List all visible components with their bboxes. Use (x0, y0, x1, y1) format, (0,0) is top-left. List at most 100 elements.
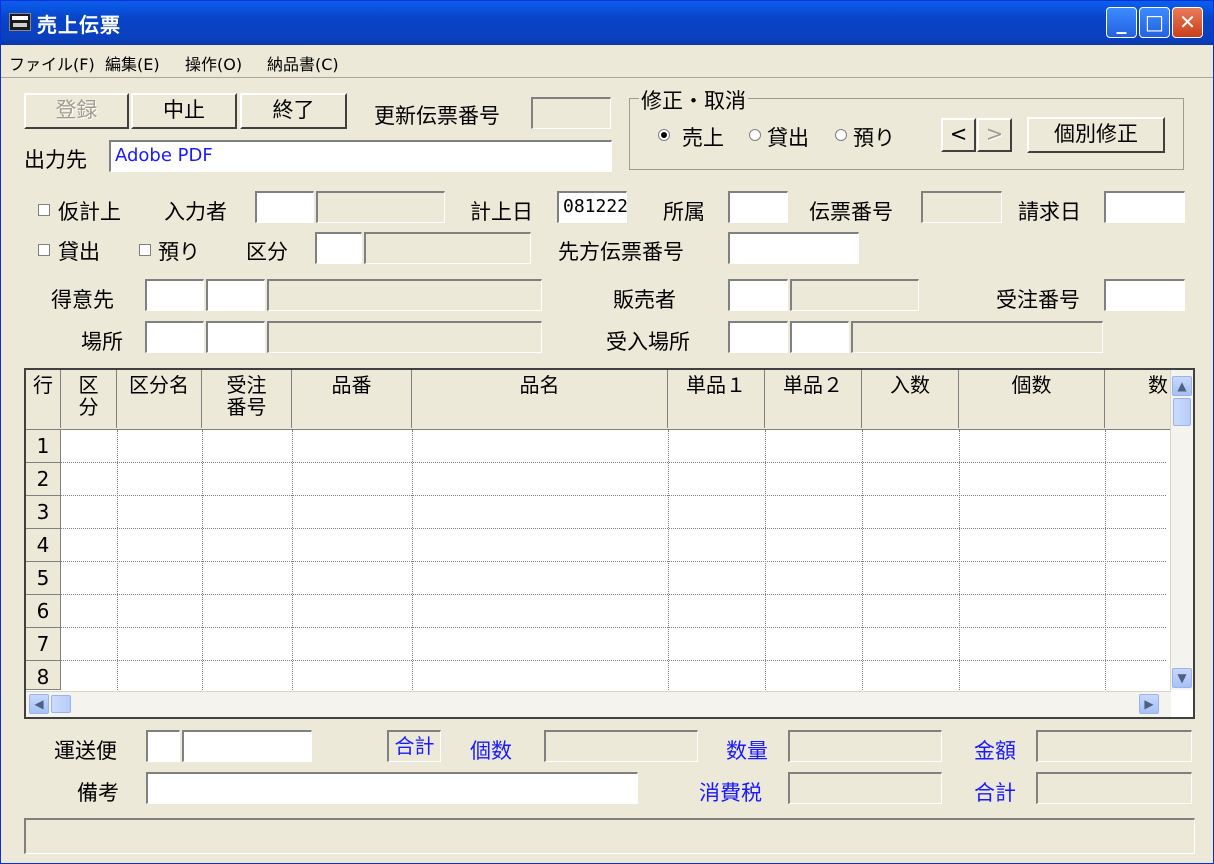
output-destination-field[interactable]: Adobe PDF (109, 140, 612, 172)
grid-divider (61, 660, 1166, 661)
register-button[interactable]: 登録 (24, 93, 129, 129)
row-header[interactable]: 2 (26, 463, 61, 496)
prev-button[interactable]: < (941, 118, 976, 152)
row-header[interactable]: 8 (26, 661, 61, 690)
menu-operation[interactable]: 操作(O) (185, 51, 242, 75)
billing-date-field[interactable] (1104, 191, 1185, 223)
scroll-down-icon[interactable]: ▼ (1172, 668, 1192, 688)
carrier-name-field[interactable] (182, 730, 312, 762)
radio-sales[interactable] (658, 129, 670, 141)
radio-deposit[interactable] (835, 129, 847, 141)
minimize-button[interactable]: _ (1106, 7, 1137, 38)
menu-delivery-note[interactable]: 納品書(C) (267, 51, 339, 75)
receive-location-code2-field[interactable] (790, 321, 849, 353)
category-label: 区分 (246, 240, 288, 264)
grid-header: 行 区分 区分名 受注 番号 品番 品名 単品１ 単品２ 入数 個数 数 (26, 370, 1171, 430)
radio-lend-label: 貸出 (767, 126, 809, 150)
pieces-total-field (544, 730, 698, 762)
receive-location-label: 受入場所 (606, 330, 690, 354)
row-header[interactable]: 5 (26, 562, 61, 595)
col-header-unit1[interactable]: 単品１ (668, 370, 765, 428)
location-code1-field[interactable] (145, 321, 204, 353)
scroll-up-icon[interactable]: ▲ (1172, 376, 1192, 396)
menu-file[interactable]: ファイル(F) (9, 51, 95, 75)
remarks-field[interactable] (146, 772, 638, 804)
billing-date-label: 請求日 (1018, 200, 1081, 224)
col-header-item-no[interactable]: 品番 (292, 370, 412, 428)
partner-slip-no-field[interactable] (728, 232, 859, 264)
posting-date-field[interactable]: 081222 (557, 191, 628, 223)
next-button[interactable]: > (977, 118, 1012, 152)
app-icon[interactable] (9, 13, 31, 31)
grand-total-label: 合計 (974, 781, 1016, 805)
grid-divider (862, 430, 863, 690)
order-no-field[interactable] (1104, 279, 1185, 311)
window-title: 売上伝票 (37, 13, 121, 37)
grid-divider (959, 430, 960, 690)
vertical-scrollbar[interactable]: ▲ ▼ (1170, 370, 1193, 690)
update-slip-no-field[interactable] (531, 97, 611, 129)
scroll-left-icon[interactable]: ◀ (29, 694, 49, 714)
row-header[interactable]: 3 (26, 496, 61, 529)
grid-divider (61, 561, 1166, 562)
col-header-order-no-line2: 番号 (226, 395, 267, 419)
menu-bar: ファイル(F) 編集(E) 操作(O) 納品書(C) (1, 45, 1213, 78)
customer-code2-field[interactable] (206, 279, 265, 311)
col-header-order-no[interactable]: 受注 番号 (202, 370, 292, 428)
lend-label: 貸出 (58, 240, 100, 264)
grid-divider (61, 495, 1166, 496)
line-items-grid[interactable]: 行 区分 区分名 受注 番号 品番 品名 単品１ 単品２ 入数 個数 数 1 2 … (24, 368, 1195, 719)
customer-label: 得意先 (51, 288, 114, 312)
row-header[interactable]: 6 (26, 595, 61, 628)
row-header[interactable]: 7 (26, 628, 61, 661)
category-code-field[interactable] (315, 232, 362, 264)
col-header-unit2[interactable]: 単品２ (765, 370, 862, 428)
row-header[interactable]: 4 (26, 529, 61, 562)
col-header-category[interactable]: 区分 (61, 370, 117, 428)
col-header-row[interactable]: 行 (26, 370, 61, 428)
receive-location-code1-field[interactable] (728, 321, 788, 353)
scroll-right-icon[interactable]: ▶ (1139, 694, 1159, 714)
grid-divider (292, 430, 293, 690)
horizontal-scroll-thumb[interactable] (51, 695, 71, 713)
order-no-label: 受注番号 (996, 288, 1080, 312)
col-header-category-line2: 分 (78, 395, 99, 419)
provisional-checkbox[interactable] (38, 204, 50, 216)
lend-checkbox[interactable] (38, 244, 50, 256)
deposit-checkbox[interactable] (139, 244, 151, 256)
vertical-scroll-thumb[interactable] (1173, 398, 1191, 426)
col-header-pack-qty[interactable]: 入数 (862, 370, 959, 428)
posting-date-label: 計上日 (470, 200, 533, 224)
menu-edit[interactable]: 編集(E) (105, 51, 160, 75)
location-label: 場所 (81, 330, 123, 354)
quantity-total-field (788, 730, 942, 762)
col-header-category-name[interactable]: 区分名 (117, 370, 202, 428)
grid-divider (668, 430, 669, 690)
exit-button[interactable]: 終了 (240, 93, 347, 129)
individual-correction-button[interactable]: 個別修正 (1027, 117, 1165, 153)
location-code2-field[interactable] (206, 321, 265, 353)
customer-code1-field[interactable] (145, 279, 204, 311)
close-button[interactable]: ✕ (1172, 7, 1203, 38)
col-header-quantity[interactable]: 数 (1105, 370, 1171, 428)
col-header-pieces[interactable]: 個数 (959, 370, 1105, 428)
inputter-name-field (316, 191, 445, 223)
seller-code-field[interactable] (728, 279, 788, 311)
close-icon: ✕ (1179, 10, 1196, 34)
slip-no-field (921, 191, 1002, 223)
total-tag: 合計 (387, 730, 441, 762)
horizontal-scrollbar[interactable]: ◀ ▶ (26, 691, 1171, 717)
carrier-code-field[interactable] (146, 730, 180, 762)
partner-slip-no-label: 先方伝票番号 (558, 240, 684, 264)
title-bar[interactable]: 売上伝票 _ □ ✕ (1, 1, 1213, 45)
col-header-item-name[interactable]: 品名 (412, 370, 668, 428)
customer-name-field (267, 279, 542, 311)
stop-button[interactable]: 中止 (131, 93, 237, 129)
row-header[interactable]: 1 (26, 430, 61, 463)
col-header-unit1-text: 単品１ (686, 373, 746, 397)
grid-divider (202, 430, 203, 690)
maximize-button[interactable]: □ (1139, 7, 1170, 38)
inputter-code-field[interactable] (255, 191, 314, 223)
dept-field[interactable] (728, 191, 788, 223)
radio-lend[interactable] (749, 129, 761, 141)
